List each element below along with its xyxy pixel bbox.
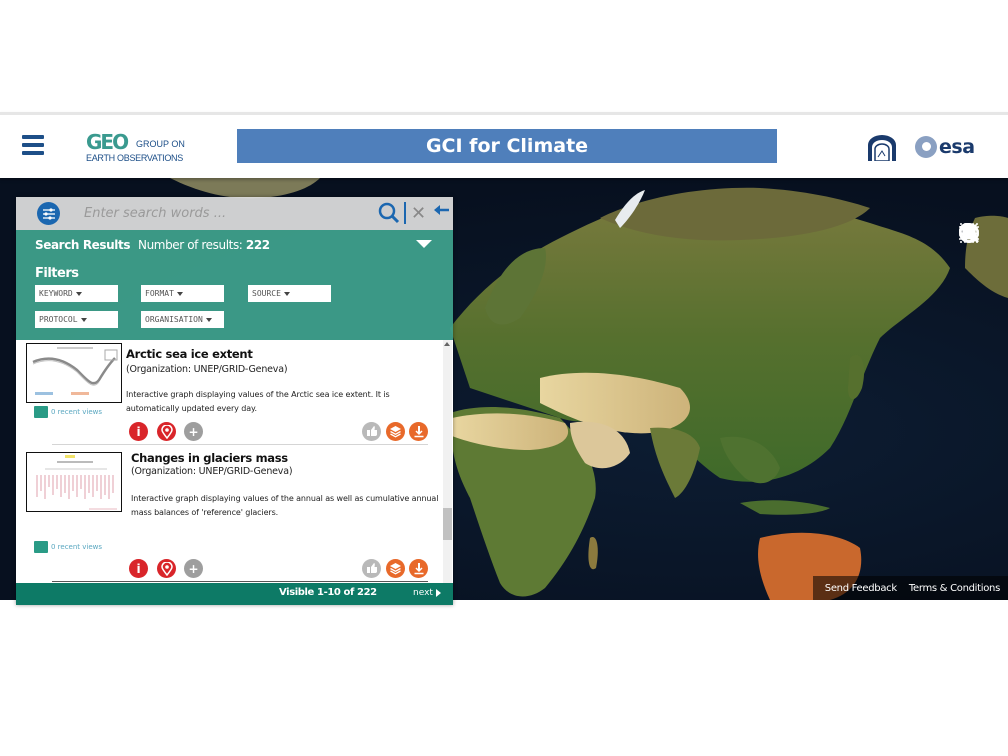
- thumbs-up-icon[interactable]: [362, 559, 381, 578]
- landmass-greenland-edge: [170, 178, 320, 199]
- filter-format-dropdown[interactable]: FORMAT: [141, 285, 224, 302]
- pan-icon[interactable]: [958, 223, 982, 316]
- esa-logo-mark: [915, 136, 937, 158]
- result-divider: [52, 581, 428, 582]
- map-controls: [958, 222, 984, 432]
- result-thumbnail[interactable]: [26, 452, 122, 512]
- results-count: Number of results: 222: [138, 238, 270, 252]
- result-organization: (Organization: UNEP/GRID-Geneva): [126, 364, 288, 375]
- info-icon[interactable]: i: [129, 422, 148, 441]
- results-count-label: Number of results:: [138, 238, 243, 252]
- layers-icon[interactable]: [386, 422, 405, 441]
- map-footer: Send Feedback Terms & Conditions: [812, 576, 1008, 600]
- zoom-out-icon[interactable]: [958, 223, 982, 281]
- chevron-down-icon: [176, 291, 183, 296]
- result-thumbnail[interactable]: [26, 343, 122, 403]
- page-title: GCI for Climate: [237, 129, 777, 163]
- filters-title: Filters: [35, 266, 79, 281]
- result-title[interactable]: Changes in glaciers mass: [131, 451, 288, 465]
- map-legend-icon[interactable]: [958, 223, 982, 421]
- filter-keyword-label: KEYWORD: [39, 289, 73, 298]
- map-pin-icon[interactable]: [157, 422, 176, 441]
- recent-views: 0 recent views: [34, 541, 102, 553]
- result-organization: (Organization: UNEP/GRID-Geneva): [131, 466, 293, 477]
- filter-protocol-label: PROTOCOL: [39, 315, 78, 324]
- geo-logo-line2: EARTH OBSERVATIONS: [86, 153, 183, 163]
- recent-views-text: 0 recent views: [51, 408, 103, 416]
- landmass-indonesia: [740, 500, 830, 515]
- geo-logo-line1: GROUP ON: [136, 139, 185, 149]
- send-feedback-link[interactable]: Send Feedback: [825, 583, 897, 594]
- geo-logo-mark: GEO: [86, 130, 129, 154]
- filter-keyword-dropdown[interactable]: KEYWORD: [35, 285, 118, 302]
- thumbs-up-icon[interactable]: [362, 422, 381, 441]
- plus-icon[interactable]: +: [184, 422, 203, 441]
- arrow-left-icon[interactable]: [432, 202, 450, 222]
- results-scrollbar[interactable]: [443, 340, 452, 583]
- filter-protocol-dropdown[interactable]: PROTOCOL: [35, 311, 118, 328]
- results-list: Arctic sea ice extent (Organization: UNE…: [16, 340, 453, 583]
- filter-organisation-dropdown[interactable]: ORGANISATION: [141, 311, 224, 328]
- chevron-down-icon: [80, 317, 87, 322]
- terms-conditions-link[interactable]: Terms & Conditions: [909, 583, 1000, 594]
- search-results-title: Search Results: [35, 238, 131, 252]
- layers-icon[interactable]: [958, 224, 982, 386]
- chart-views-icon: [34, 541, 48, 553]
- recent-views: 0 recent views: [34, 406, 102, 418]
- next-page-label: next: [413, 588, 433, 598]
- result-description: Interactive graph displaying values of t…: [126, 390, 390, 413]
- chevron-down-icon: [205, 317, 212, 322]
- search-panel: ✕ Search Results Number of results: 222 …: [16, 197, 453, 605]
- esa-logo-text: esa: [939, 136, 975, 158]
- cnr-logo[interactable]: [866, 135, 898, 162]
- search-separator: [404, 202, 406, 224]
- result-title[interactable]: Arctic sea ice extent: [126, 347, 253, 361]
- esa-logo[interactable]: esa: [915, 135, 975, 159]
- results-header: Search Results Number of results: 222 Fi…: [16, 230, 453, 340]
- chart-views-icon: [34, 406, 48, 418]
- result-item[interactable]: Changes in glaciers mass (Organization: …: [16, 445, 438, 583]
- filter-format-label: FORMAT: [145, 289, 174, 298]
- download-icon[interactable]: [409, 422, 428, 441]
- landmass-india: [650, 427, 700, 498]
- filter-source-label: SOURCE: [252, 289, 281, 298]
- close-icon[interactable]: ✕: [411, 203, 427, 223]
- results-count-value: 222: [245, 238, 270, 252]
- top-header: GEO GROUP ON EARTH OBSERVATIONS GCI for …: [0, 112, 1008, 178]
- download-icon[interactable]: [409, 559, 428, 578]
- search-input[interactable]: [84, 202, 374, 224]
- magnifier-icon[interactable]: [378, 202, 400, 224]
- landmass-japan: [848, 354, 865, 400]
- chevron-down-icon: [75, 291, 82, 296]
- search-bar: ✕: [16, 197, 453, 230]
- scrollbar-thumb[interactable]: [443, 508, 452, 540]
- collapse-triangle-icon[interactable]: [416, 240, 432, 248]
- layers-icon[interactable]: [386, 559, 405, 578]
- caret-right-icon: [435, 588, 441, 597]
- select-area-icon[interactable]: [958, 223, 982, 351]
- map-pin-icon[interactable]: [157, 559, 176, 578]
- hamburger-menu-icon[interactable]: [22, 135, 44, 155]
- app-root: GEO GROUP ON EARTH OBSERVATIONS GCI for …: [0, 0, 1008, 756]
- result-item[interactable]: Arctic sea ice extent (Organization: UNE…: [16, 340, 436, 445]
- result-description: Interactive graph displaying values of t…: [131, 494, 439, 517]
- filter-organisation-label: ORGANISATION: [145, 315, 203, 324]
- filter-settings-icon[interactable]: [37, 202, 60, 225]
- scroll-up-arrow-icon[interactable]: [444, 342, 450, 346]
- pagination-footer: Visible 1-10 of 222 next: [16, 583, 453, 605]
- chevron-down-icon: [283, 291, 290, 296]
- next-page-button[interactable]: next: [413, 588, 441, 598]
- filter-source-dropdown[interactable]: SOURCE: [248, 285, 331, 302]
- plus-icon[interactable]: +: [184, 559, 203, 578]
- geo-logo[interactable]: GEO GROUP ON EARTH OBSERVATIONS: [86, 132, 196, 164]
- recent-views-text: 0 recent views: [51, 543, 103, 551]
- landmass-madagascar: [588, 537, 598, 570]
- visible-range-text: Visible 1-10 of 222: [279, 587, 377, 598]
- info-icon[interactable]: i: [129, 559, 148, 578]
